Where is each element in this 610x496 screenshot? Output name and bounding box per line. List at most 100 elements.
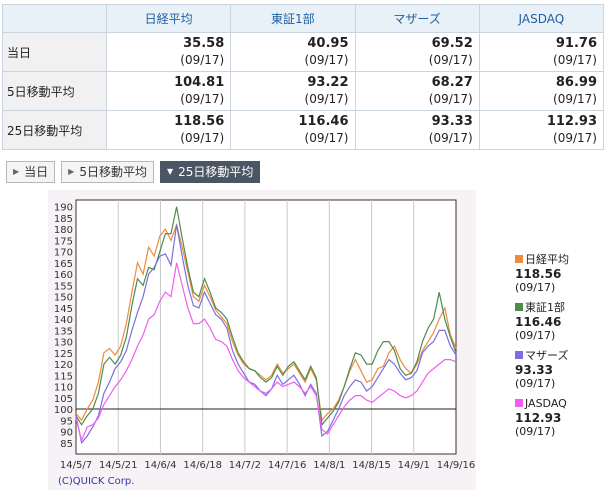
- table-cell: 68.27 (09/17): [354, 71, 480, 111]
- cell-date: (09/17): [304, 53, 349, 67]
- y-tick-label: 95: [60, 416, 73, 427]
- table-cell: 35.58 (09/17): [105, 32, 232, 72]
- y-tick-label: 105: [54, 394, 73, 405]
- y-tick-label: 85: [60, 439, 73, 450]
- tab-5day-average[interactable]: ▶ 5日移動平均: [61, 161, 154, 183]
- legend-value: 112.93: [515, 411, 562, 425]
- y-tick-label: 165: [54, 259, 73, 270]
- cell-value: 86.99: [555, 75, 597, 90]
- y-tick-label: 140: [54, 315, 73, 326]
- cell-value: 104.81: [174, 75, 225, 90]
- table-cell: 112.93 (09/17): [478, 110, 605, 150]
- cell-value: 93.22: [307, 75, 349, 90]
- cell-date: (09/17): [428, 92, 473, 106]
- y-tick-label: 185: [54, 214, 73, 225]
- table-cell: 118.56 (09/17): [105, 110, 232, 150]
- tab-label: 当日: [24, 165, 49, 179]
- legend-item: 日経平均 118.56 (09/17): [515, 253, 607, 295]
- legend-series-name: 日経平均: [525, 253, 569, 266]
- cell-date: (09/17): [428, 131, 473, 145]
- legend-swatch: [515, 255, 523, 263]
- y-tick-label: 150: [54, 293, 73, 304]
- table-cell: 93.22 (09/17): [230, 71, 356, 111]
- y-tick-label: 155: [54, 281, 73, 292]
- y-tick-label: 90: [60, 428, 73, 439]
- header-tosho1: 東証1部: [230, 4, 356, 33]
- legend-value: 118.56: [515, 267, 562, 281]
- y-tick-label: 110: [54, 383, 73, 394]
- legend-series-name: JASDAQ: [525, 397, 567, 410]
- cell-date: (09/17): [180, 131, 225, 145]
- cell-date: (09/17): [553, 92, 597, 106]
- header-blank: [2, 4, 107, 33]
- x-tick-label: 14/9/16: [437, 460, 476, 471]
- legend-swatch: [515, 303, 523, 311]
- y-tick-label: 170: [54, 248, 73, 259]
- y-tick-label: 145: [54, 304, 73, 315]
- cell-date: (09/17): [553, 53, 597, 67]
- legend-date: (09/17): [515, 377, 556, 390]
- table-cell: 104.81 (09/17): [105, 71, 232, 111]
- table-row: 当日 35.58 (09/17) 40.95 (09/17) 69.52 (09/17…: [2, 32, 605, 72]
- x-tick-label: 14/6/18: [183, 460, 222, 471]
- cell-value: 116.46: [298, 114, 349, 129]
- x-tick-label: 14/5/7: [60, 460, 92, 471]
- table-row: 25日移動平均 118.56 (09/17) 116.46 (09/17) 93.3…: [2, 110, 605, 150]
- copyright-text: (C)QUICK Corp.: [58, 476, 134, 487]
- y-tick-label: 135: [54, 326, 73, 337]
- x-tick-label: 14/8/1: [313, 460, 345, 471]
- table-cell: 93.33 (09/17): [354, 110, 480, 150]
- cell-value: 91.76: [555, 36, 597, 51]
- cell-date: (09/17): [180, 92, 225, 106]
- legend-item: 東証1部 116.46 (09/17): [515, 301, 607, 343]
- cell-value: 69.52: [431, 36, 473, 51]
- y-tick-label: 190: [54, 203, 73, 214]
- y-tick-label: 115: [54, 371, 73, 382]
- cell-value: 68.27: [431, 75, 473, 90]
- cell-date: (09/17): [553, 131, 597, 145]
- cell-value: 40.95: [307, 36, 349, 51]
- x-tick-label: 14/8/15: [352, 460, 391, 471]
- triangle-down-icon: ▼: [166, 167, 174, 176]
- cell-date: (09/17): [180, 53, 225, 67]
- cell-date: (09/17): [304, 92, 349, 106]
- table-cell: 40.95 (09/17): [230, 32, 356, 72]
- legend-series-name: 東証1部: [525, 301, 565, 314]
- x-tick-label: 14/9/1: [398, 460, 430, 471]
- y-tick-label: 120: [54, 360, 73, 371]
- tab-label: 5日移動平均: [79, 165, 147, 179]
- header-nikkei: 日経平均: [105, 4, 232, 33]
- y-tick-label: 100: [54, 405, 73, 416]
- y-tick-label: 175: [54, 236, 73, 247]
- tab-25day-average[interactable]: ▼ 25日移動平均: [159, 161, 261, 183]
- index-table: 日経平均 東証1部 マザーズ JASDAQ 当日 35.58 (09/17) 40…: [2, 4, 605, 150]
- table-header-row: 日経平均 東証1部 マザーズ JASDAQ: [2, 4, 605, 33]
- legend-swatch: [515, 351, 523, 359]
- y-tick-label: 180: [54, 225, 73, 236]
- legend-date: (09/17): [515, 425, 556, 438]
- legend-item: JASDAQ 112.93 (09/17): [515, 397, 607, 439]
- row-label: 25日移動平均: [2, 110, 107, 150]
- legend-item: マザーズ 93.33 (09/17): [515, 349, 607, 391]
- legend-value: 93.33: [515, 363, 553, 377]
- legend-value: 116.46: [515, 315, 562, 329]
- chart-area: 14/5/7 14/5/21 14/6/4 14/6/18 14/7/2 14/7/16 1…: [48, 190, 476, 490]
- cell-value: 112.93: [546, 114, 597, 129]
- table-cell: 116.46 (09/17): [230, 110, 356, 150]
- legend-series-name: マザーズ: [525, 349, 569, 362]
- tab-daily[interactable]: ▶ 当日: [6, 161, 56, 183]
- cell-date: (09/17): [304, 131, 349, 145]
- triangle-right-icon: ▶: [68, 167, 75, 176]
- cell-value: 118.56: [174, 114, 225, 129]
- x-tick-label: 14/6/4: [144, 460, 176, 471]
- table-cell: 69.52 (09/17): [354, 32, 480, 72]
- table-row: 5日移動平均 104.81 (09/17) 93.22 (09/17) 68.27 (…: [2, 71, 605, 111]
- triangle-right-icon: ▶: [13, 167, 20, 176]
- cell-date: (09/17): [428, 53, 473, 67]
- line-chart: 14/5/7 14/5/21 14/6/4 14/6/18 14/7/2 14/7/16 1…: [54, 199, 476, 487]
- cell-value: 35.58: [183, 36, 225, 51]
- x-tick-label: 14/7/2: [229, 460, 261, 471]
- legend-swatch: [515, 399, 523, 407]
- header-jasdaq: JASDAQ: [478, 4, 605, 33]
- header-mothers: マザーズ: [354, 4, 480, 33]
